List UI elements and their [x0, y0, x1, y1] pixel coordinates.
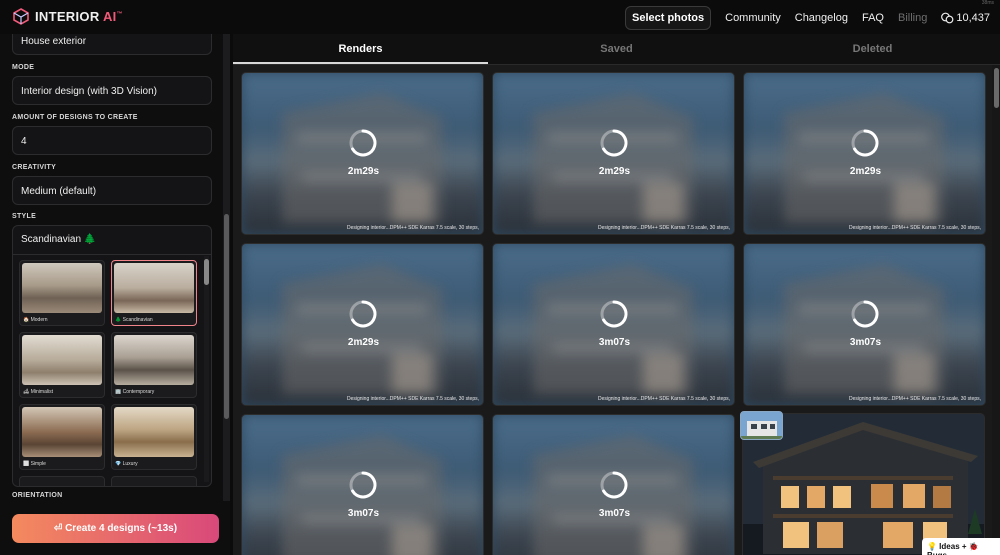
house-photo-icon: [741, 412, 782, 439]
tab-saved[interactable]: Saved: [489, 34, 744, 64]
style-option-contemporary[interactable]: 🏢 Contemporary: [111, 332, 197, 398]
loading-spinner-icon: [600, 300, 628, 328]
render-card-loading[interactable]: 2m29s Designing interior...DPM++ SDE Karr…: [241, 72, 484, 235]
style-thumbnail: [22, 263, 102, 313]
style-picker: Scandinavian 🌲 🏠 Modern 🌲 Scandinavian 🛋…: [12, 225, 212, 487]
render-card-loading[interactable]: 2m29s Designing interior...DPM++ SDE Karr…: [492, 72, 735, 235]
main-scrollbar-thumb[interactable]: [994, 68, 999, 108]
style-option-luxury[interactable]: 💎 Luxury: [111, 404, 197, 470]
style-scrollbar-thumb[interactable]: [204, 259, 209, 285]
render-timer: 3m07s: [347, 508, 380, 519]
loading-spinner-icon: [349, 300, 377, 328]
loading-spinner-icon: [851, 300, 879, 328]
render-caption: Designing interior...DPM++ SDE Karras 7.…: [848, 396, 981, 402]
loading-spinner-icon: [349, 129, 377, 157]
creativity-label: CREATIVITY: [12, 164, 57, 171]
credits-value: 10,437: [956, 12, 990, 24]
style-thumbnail: [114, 335, 194, 385]
sidebar-scrollbar-thumb[interactable]: [224, 214, 229, 419]
style-thumbnail: [22, 335, 102, 385]
style-thumbnail: [114, 263, 194, 313]
room-type-select[interactable]: House exterior: [12, 34, 212, 55]
top-nav: Select photos Community Changelog FAQ Bi…: [625, 6, 990, 30]
logo-text: INTERIOR AI™: [35, 9, 123, 24]
nav-changelog[interactable]: Changelog: [795, 12, 848, 24]
render-card-loading[interactable]: 3m07sDesigning interior...DPM++ SDE Karr…: [241, 414, 484, 555]
creativity-select[interactable]: Medium (default): [12, 176, 212, 205]
render-timer: 2m29s: [347, 166, 380, 177]
orientation-label: ORIENTATION: [12, 492, 63, 499]
style-option-partial[interactable]: [111, 476, 197, 486]
app-window: INTERIOR AI™ 38ms Select photos Communit…: [0, 0, 1000, 555]
style-name: 🛋 Minimalist: [23, 389, 53, 395]
logo[interactable]: INTERIOR AI™: [13, 8, 123, 25]
style-thumbnail: [22, 407, 102, 457]
sidebar-scroll-area[interactable]: House exterior MODE Interior design (wit…: [0, 34, 224, 501]
tab-bar: Renders Saved Deleted: [233, 34, 1000, 64]
source-photo-thumbnail[interactable]: [740, 411, 783, 440]
nav-faq[interactable]: FAQ: [862, 12, 884, 24]
tab-renders[interactable]: Renders: [233, 34, 488, 64]
render-timer: 3m07s: [598, 337, 631, 348]
tab-deleted[interactable]: Deleted: [745, 34, 1000, 64]
style-selected-value[interactable]: Scandinavian 🌲: [21, 234, 96, 245]
nav-billing[interactable]: Billing: [898, 12, 927, 24]
render-caption: Designing interior...DPM++ SDE Karras 7.…: [346, 396, 479, 402]
coins-icon: [941, 12, 954, 24]
render-card-loading[interactable]: 3m07sDesigning interior...DPM++ SDE Karr…: [492, 414, 735, 555]
divider: [13, 254, 211, 255]
render-caption: Designing interior...DPM++ SDE Karras 7.…: [597, 396, 730, 402]
style-label: STYLE: [12, 213, 37, 220]
style-name: 🌲 Scandinavian: [115, 317, 153, 323]
main-panel: Renders Saved Deleted 2m29s Designing int…: [233, 34, 1000, 555]
amount-label: AMOUNT OF DESIGNS TO CREATE: [12, 114, 138, 121]
nav-community[interactable]: Community: [725, 12, 781, 24]
style-name: ⬜ Simple: [23, 461, 46, 467]
loading-spinner-icon: [851, 129, 879, 157]
select-photos-button[interactable]: Select photos: [625, 6, 712, 30]
render-timer: 2m29s: [849, 166, 882, 177]
divider: [233, 64, 1000, 65]
render-caption: Designing interior...DPM++ SDE Karras 7.…: [848, 225, 981, 231]
style-name: 💎 Luxury: [115, 461, 138, 467]
render-caption: Designing interior...DPM++ SDE Karras 7.…: [597, 225, 730, 231]
cube-logo-icon: [13, 8, 29, 25]
style-thumbnail: [114, 407, 194, 457]
render-card-loading[interactable]: 2m29s Designing interior...DPM++ SDE Karr…: [241, 243, 484, 406]
render-timer: 3m07s: [849, 337, 882, 348]
sidebar: House exterior MODE Interior design (wit…: [0, 34, 230, 555]
create-designs-button[interactable]: ⏎ Create 4 designs (~13s): [12, 514, 219, 543]
top-bar: INTERIOR AI™ 38ms Select photos Communit…: [0, 0, 1000, 34]
render-timer: 2m29s: [347, 337, 380, 348]
feedback-button[interactable]: 💡 Ideas + 🐞 Bugs: [922, 538, 1000, 555]
render-caption: Designing interior...DPM++ SDE Karras 7.…: [346, 225, 479, 231]
credits-counter[interactable]: 10,437: [941, 12, 990, 24]
style-option-scandinavian[interactable]: 🌲 Scandinavian: [111, 260, 197, 326]
style-option-modern[interactable]: 🏠 Modern: [19, 260, 105, 326]
main-scrollbar-track[interactable]: [992, 65, 1000, 555]
render-timer: 2m29s: [598, 166, 631, 177]
mode-label: MODE: [12, 64, 35, 71]
loading-spinner-icon: [349, 471, 377, 499]
loading-spinner-icon: [600, 129, 628, 157]
style-name: 🏠 Modern: [23, 317, 48, 323]
amount-input[interactable]: 4: [12, 126, 212, 155]
style-option-minimalist[interactable]: 🛋 Minimalist: [19, 332, 105, 398]
loading-spinner-icon: [600, 471, 628, 499]
style-option-partial[interactable]: [19, 476, 105, 486]
render-timer: 3m07s: [598, 508, 631, 519]
style-scrollbar-track[interactable]: [204, 256, 209, 482]
render-card-loading[interactable]: 3m07s Designing interior...DPM++ SDE Karr…: [492, 243, 735, 406]
render-card-loading[interactable]: 2m29s Designing interior...DPM++ SDE Karr…: [743, 72, 986, 235]
render-card-loading[interactable]: 3m07s Designing interior...DPM++ SDE Karr…: [743, 243, 986, 406]
mode-select[interactable]: Interior design (with 3D Vision): [12, 76, 212, 105]
style-name: 🏢 Contemporary: [115, 389, 155, 395]
style-option-simple[interactable]: ⬜ Simple: [19, 404, 105, 470]
